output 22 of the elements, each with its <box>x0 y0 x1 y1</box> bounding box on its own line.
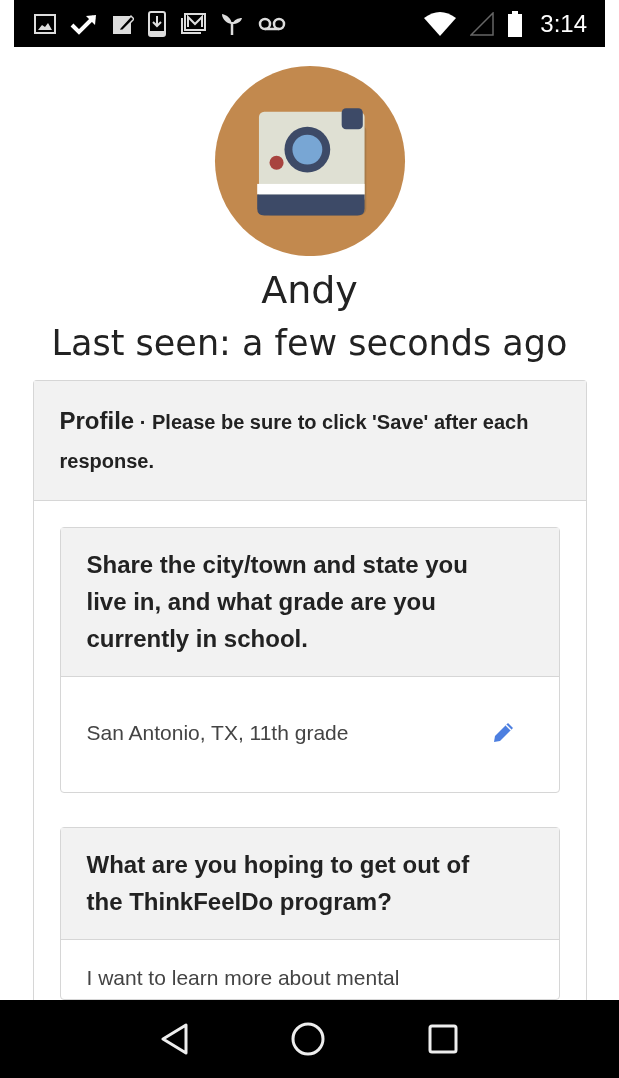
answer-text: San Antonio, TX, 11th grade <box>86 719 349 746</box>
recent-apps-icon[interactable] <box>427 1024 458 1054</box>
answer-text: I want to learn more about mental <box>86 964 400 991</box>
home-icon[interactable] <box>291 1022 326 1056</box>
edit-note-icon <box>112 12 134 35</box>
signal-icon <box>470 11 495 36</box>
profile-header: Profile · Please be sure to click 'Save' after each response. <box>33 380 586 502</box>
wifi-icon <box>424 11 457 36</box>
clock-time: 3:14 <box>540 8 587 39</box>
question-text: What are you hoping to get out of the ThinkFeelDo program? <box>60 828 559 940</box>
user-name: Andy <box>261 268 358 314</box>
download-icon <box>148 10 166 37</box>
battery-icon <box>508 10 523 37</box>
check-arrow-icon <box>70 12 98 35</box>
sprout-icon <box>220 11 244 36</box>
voicemail-icon <box>258 16 286 31</box>
image-icon <box>34 13 56 34</box>
pencil-icon[interactable] <box>492 721 515 744</box>
mail-icon <box>180 12 206 35</box>
back-icon[interactable] <box>161 1023 190 1055</box>
last-seen-status: Last seen: a few seconds ago <box>51 321 568 364</box>
question-text: Share the city/town and state you live in, and what grade are you currently in school. <box>60 528 559 677</box>
